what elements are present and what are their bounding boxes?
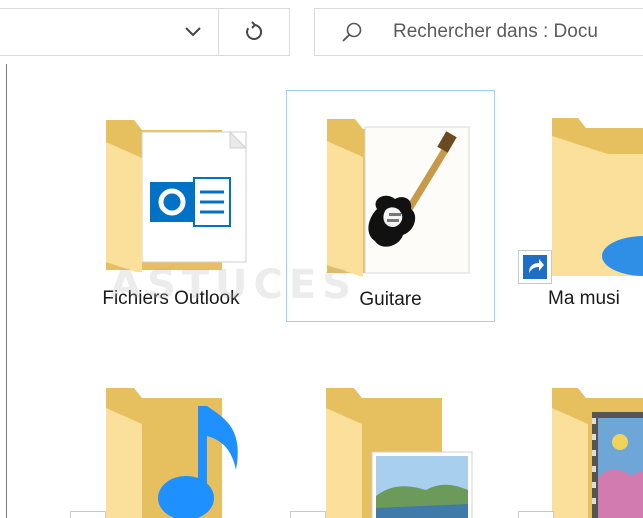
folder-item-ma-musique[interactable]: Ma musi: [508, 92, 643, 322]
search-placeholder: Rechercher dans : Docu: [393, 21, 598, 42]
folder-label: Ma musi: [548, 288, 620, 309]
checkbox-stub: [70, 511, 106, 518]
shortcut-arrow-icon: [523, 255, 547, 279]
folder-label: Fichiers Outlook: [102, 288, 240, 309]
checkbox-stub: [518, 511, 554, 518]
shortcut-badge: [518, 250, 552, 284]
folder-item-guitare[interactable]: Guitare: [286, 90, 495, 322]
pictures-folder-icon: [326, 388, 473, 518]
folder-item-music[interactable]: [66, 370, 276, 518]
navigation-bar: Rechercher dans : Docu: [0, 0, 643, 64]
window-frame-left: [6, 64, 7, 518]
folder-item-pictures[interactable]: [286, 370, 495, 518]
folder-item-outlook[interactable]: Fichiers Outlook: [66, 92, 276, 322]
guitar-folder-icon: [327, 119, 470, 277]
history-dropdown-button[interactable]: [168, 8, 218, 56]
search-icon: [342, 22, 362, 42]
videos-folder-icon: [552, 388, 643, 518]
folder-label: Guitare: [359, 289, 422, 310]
refresh-button[interactable]: [219, 8, 289, 56]
music-note-folder-icon: [106, 388, 238, 518]
music-shortcut-folder-icon: [552, 118, 643, 276]
outlook-folder-icon: [106, 120, 248, 272]
checkbox-stub: [290, 511, 326, 518]
search-field[interactable]: Rechercher dans : Docu: [314, 8, 643, 56]
chevron-down-icon: [185, 27, 201, 37]
folder-item-videos[interactable]: [508, 370, 643, 518]
refresh-icon: [246, 21, 263, 40]
